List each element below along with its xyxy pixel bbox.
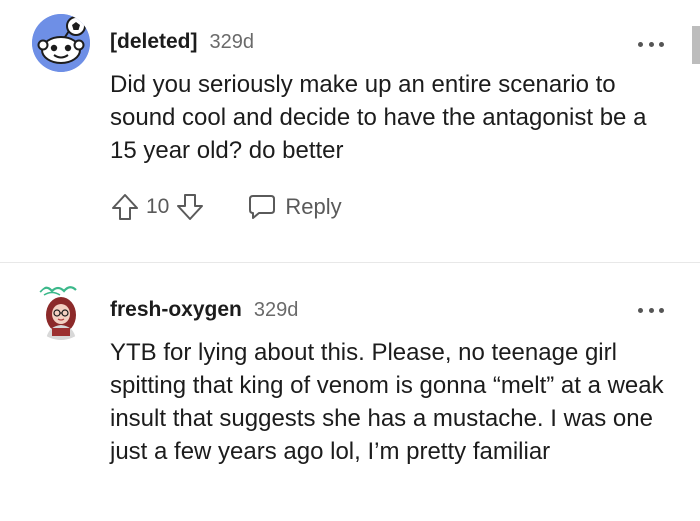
- reply-label: Reply: [285, 194, 342, 219]
- username[interactable]: fresh-oxygen: [110, 298, 242, 322]
- more-options-icon[interactable]: [638, 40, 664, 48]
- comment-age: 329d: [253, 299, 299, 321]
- more-options-icon[interactable]: [638, 306, 664, 314]
- arrow-down-icon[interactable]: [175, 192, 205, 222]
- vote-count: 10: [146, 195, 170, 218]
- speech-bubble-icon: [247, 193, 277, 221]
- comment-meta: fresh-oxygen 329d: [110, 298, 298, 322]
- username[interactable]: [deleted]: [110, 30, 198, 54]
- vote-control: 10: [110, 192, 205, 222]
- comment-actions: 10 Reply: [110, 190, 342, 224]
- custom-avatar-icon[interactable]: [32, 282, 90, 340]
- comment-meta: [deleted] 329d: [110, 30, 254, 54]
- reply-button[interactable]: Reply: [247, 193, 342, 221]
- arrow-up-icon[interactable]: [110, 192, 140, 222]
- comment-age: 329d: [209, 31, 255, 53]
- comment-body: YTB for lying about this. Please, no tee…: [110, 339, 664, 465]
- comment-body: Did you seriously make up an entire scen…: [110, 71, 647, 164]
- comment: [deleted] 329d Did you seriously make up…: [0, 0, 700, 262]
- snoo-avatar-icon[interactable]: [32, 14, 90, 72]
